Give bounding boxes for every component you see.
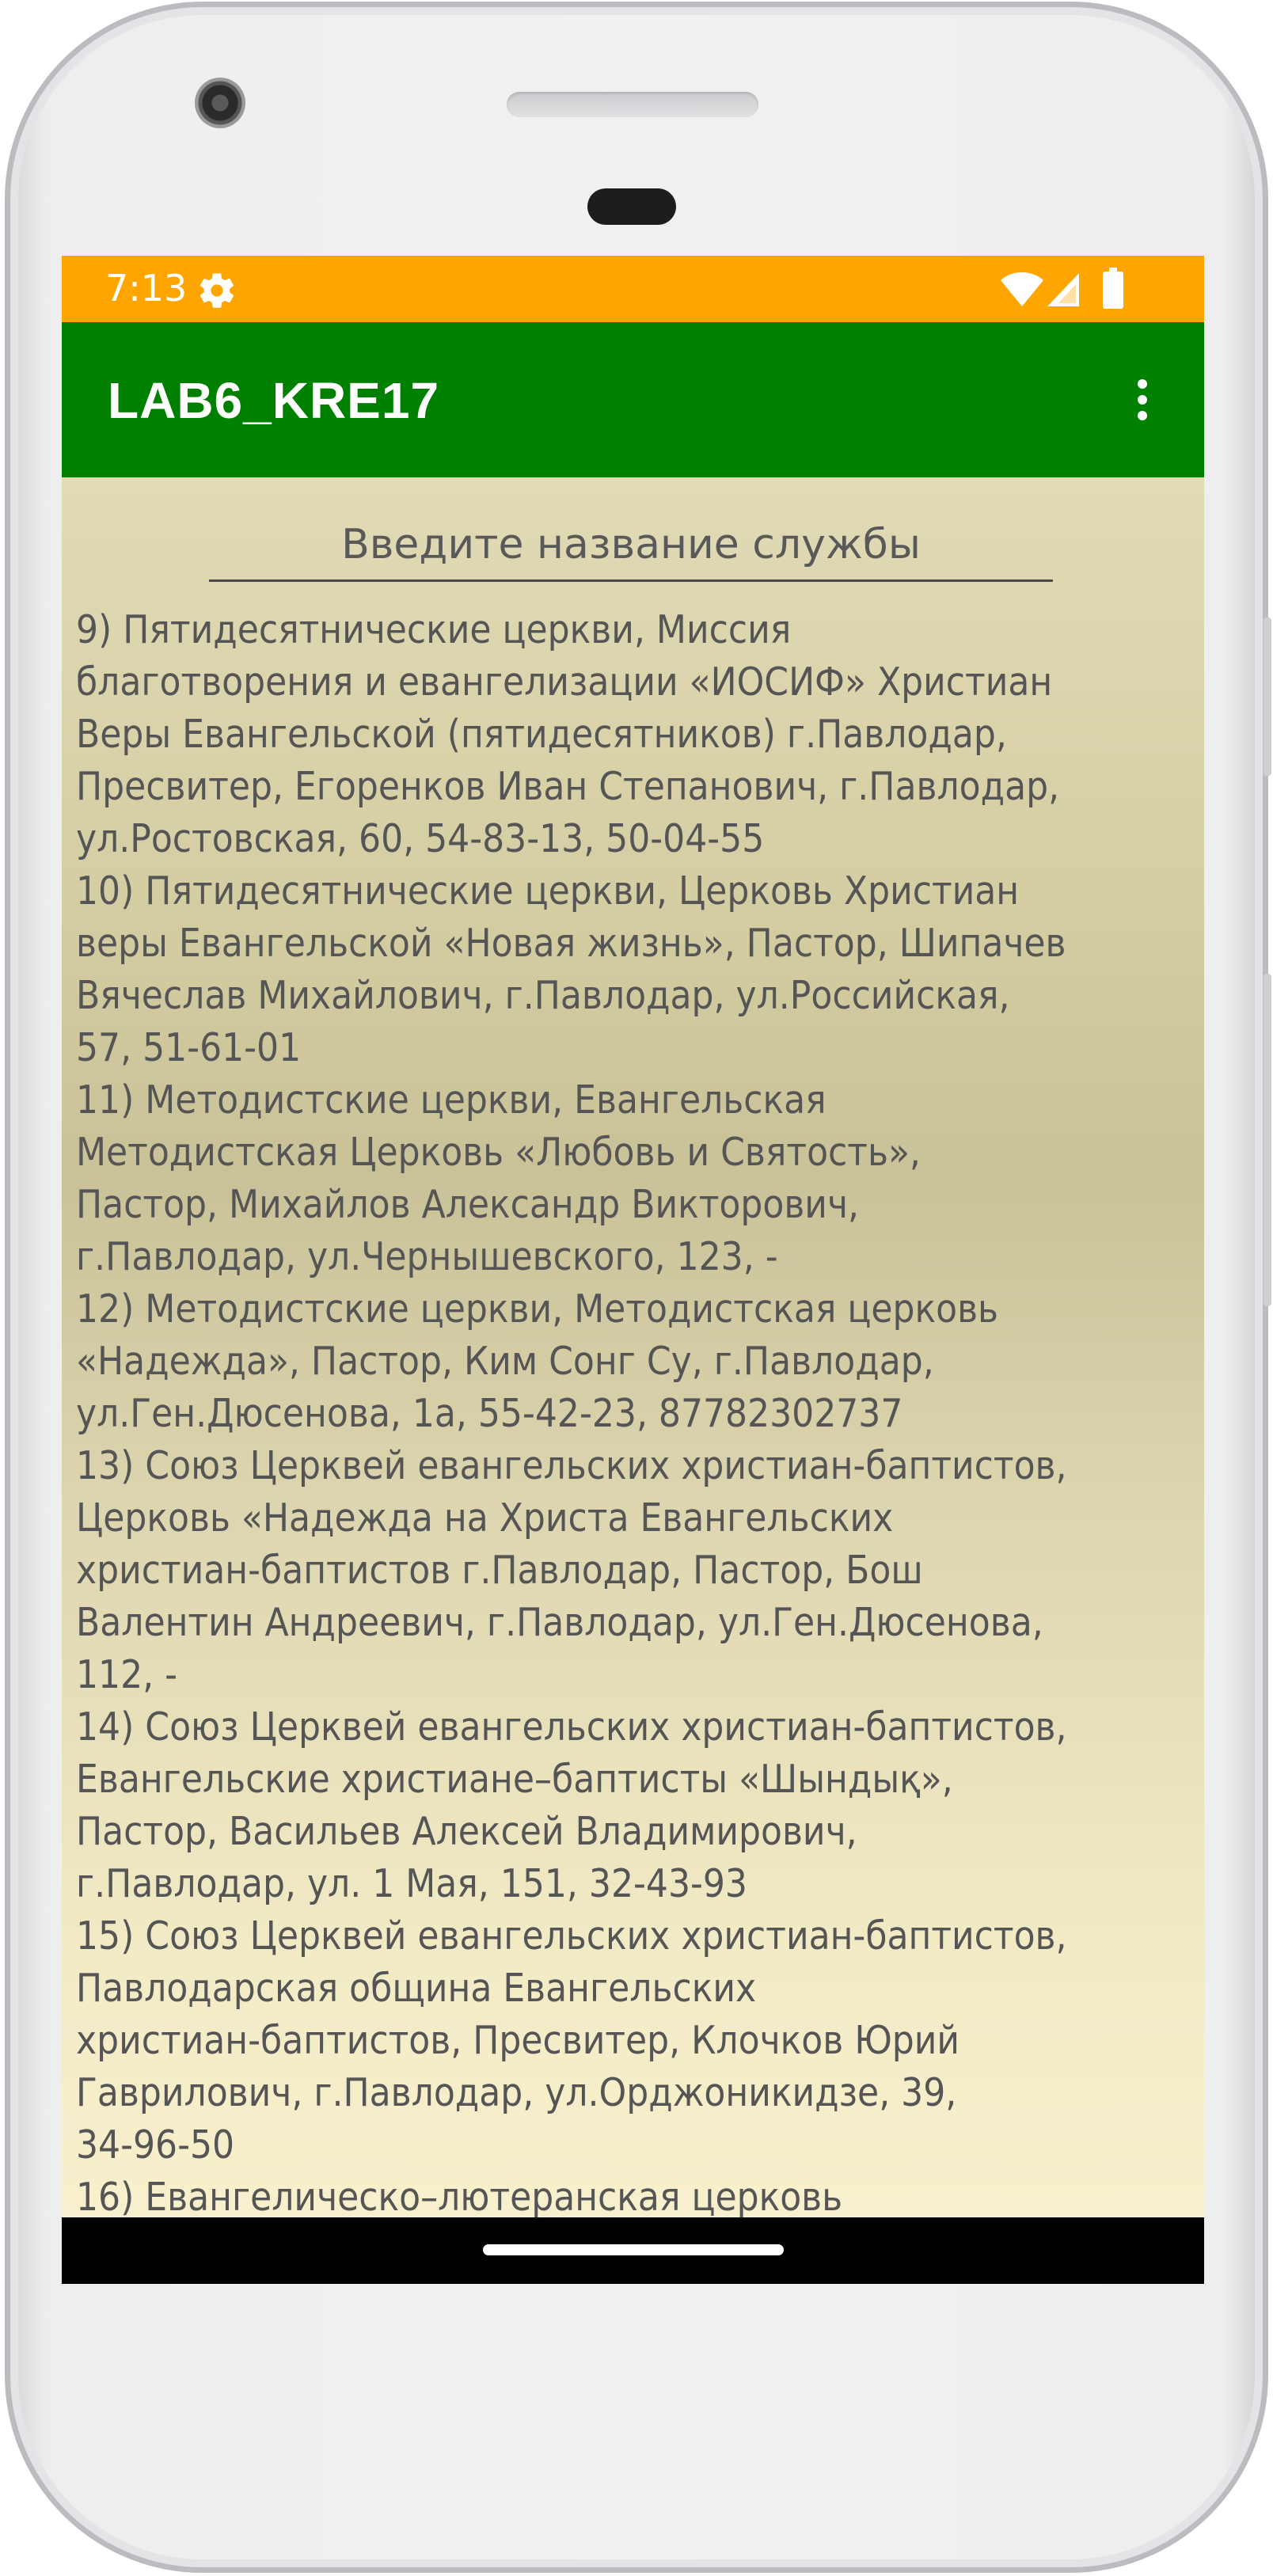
service-text-line: Вячеслав Михайлович, г.Павлодар, ул.Росс… <box>76 973 1010 1018</box>
service-text-line: 13) Союз Церквей евангельских христиан-б… <box>76 1443 1067 1488</box>
service-text-line: Валентин Андреевич, г.Павлодар, ул.Ген.Д… <box>76 1600 1043 1645</box>
service-text-line: 10) Пятидесятнические церкви, Церковь Хр… <box>76 868 1020 914</box>
menu-dot <box>1138 379 1147 389</box>
service-text-line: 14) Союз Церквей евангельских христиан-б… <box>76 1704 1067 1750</box>
service-text-line: 15) Союз Церквей евангельских христиан-б… <box>76 1913 1067 1959</box>
service-text-line: 34-96-50 <box>76 2122 235 2168</box>
service-text-line: христиан-баптистов, Пресвитер, Клочков Ю… <box>76 2018 960 2063</box>
service-item: 16) Евангелическо–лютеранская церковь <box>76 2171 1192 2217</box>
service-text-line: 11) Методистские церкви, Евангельская <box>76 1077 826 1123</box>
service-text-line: Пастор, Васильев Алексей Владимирович, <box>76 1809 857 1854</box>
service-text-line: Пресвитер, Егоренков Иван Степанович, г.… <box>76 764 1060 809</box>
service-text-line: 57, 51-61-01 <box>76 1025 302 1070</box>
service-text-line: г.Павлодар, ул. 1 Мая, 151, 32-43-93 <box>76 1861 747 1906</box>
volume-button <box>1264 974 1271 1306</box>
service-text-line: Пастор, Михайлов Александр Викторович, <box>76 1182 859 1227</box>
service-text-line: ул.Ростовская, 60, 54-83-13, 50-04-55 <box>76 816 765 861</box>
app-title: LAB6_KRE17 <box>108 372 440 429</box>
settings-icon <box>200 273 234 308</box>
signal-icon <box>1047 273 1079 306</box>
home-gesture-pill[interactable] <box>483 2244 784 2255</box>
service-text-line: Церковь «Надежда на Христа Евангельских <box>76 1495 894 1541</box>
service-item: 11) Методистские церкви, Евангельская Мет… <box>76 1074 1192 1283</box>
service-text-line: ул.Ген.Дюсенова, 1а, 55-42-23, 877823027… <box>76 1391 903 1436</box>
more-vert-icon[interactable] <box>1107 363 1178 436</box>
services-list[interactable]: 9) Пятидесятнические церкви, Миссия благо… <box>76 604 1192 2217</box>
service-item: 12) Методистские церкви, Методистская це… <box>76 1283 1192 1440</box>
menu-dot <box>1138 395 1147 405</box>
service-text-line: 16) Евангелическо–лютеранская церковь <box>76 2175 843 2217</box>
service-text-line: Павлодарская община Евангельских <box>76 1966 757 2011</box>
service-item: 14) Союз Церквей евангельских христиан-б… <box>76 1701 1192 1910</box>
service-text-line: 9) Пятидесятнические церкви, Миссия <box>76 607 792 652</box>
battery-icon <box>1103 268 1123 309</box>
service-item: 13) Союз Церквей евангельских христиан-б… <box>76 1440 1192 1701</box>
app-bar: LAB6_KRE17 <box>62 322 1204 477</box>
earpiece-speaker <box>507 92 758 117</box>
service-text-line: Веры Евангельской (пятидесятников) г.Пав… <box>76 712 1007 757</box>
service-text-line: «Надежда», Пастор, Ким Сонг Су, г.Павлод… <box>76 1339 934 1384</box>
service-text-line: благотворения и евангелизации «ИОСИФ» Хр… <box>76 659 1053 705</box>
service-text-line: христиан-баптистов г.Павлодар, Пастор, Б… <box>76 1548 923 1593</box>
service-search-input[interactable] <box>209 509 1053 582</box>
service-item: 10) Пятидесятнические церкви, Церковь Хр… <box>76 865 1192 1074</box>
service-text-line: Гаврилович, г.Павлодар, ул.Орджоникидзе,… <box>76 2070 957 2115</box>
service-text-line: 12) Методистские церкви, Методистская це… <box>76 1286 999 1332</box>
service-text-line: веры Евангельской «Новая жизнь», Пастор,… <box>76 921 1066 966</box>
device-screen: 7:13 LAB6_KRE17 9) Пятидесятнические цер… <box>62 256 1204 2284</box>
service-item: 15) Союз Церквей евангельских христиан-б… <box>76 1910 1192 2171</box>
menu-dot <box>1138 411 1147 420</box>
wifi-icon <box>1001 272 1043 306</box>
service-text-line: г.Павлодар, ул.Чернышевского, 123, - <box>76 1234 778 1279</box>
content-area: 9) Пятидесятнические церкви, Миссия благо… <box>62 477 1204 2217</box>
status-bar: 7:13 <box>62 256 1204 322</box>
service-text-line: 112, - <box>76 1652 178 1697</box>
service-item: 9) Пятидесятнические церкви, Миссия благо… <box>76 604 1192 865</box>
service-text-line: Методистская Церковь «Любовь и Святость»… <box>76 1130 921 1175</box>
front-camera <box>195 78 245 128</box>
status-time: 7:13 <box>105 267 188 310</box>
navigation-bar <box>62 2217 1204 2284</box>
power-button <box>1264 617 1271 776</box>
service-text-line: Евангельские христиане–баптисты «Шындық»… <box>76 1757 953 1802</box>
proximity-sensor <box>587 188 676 225</box>
